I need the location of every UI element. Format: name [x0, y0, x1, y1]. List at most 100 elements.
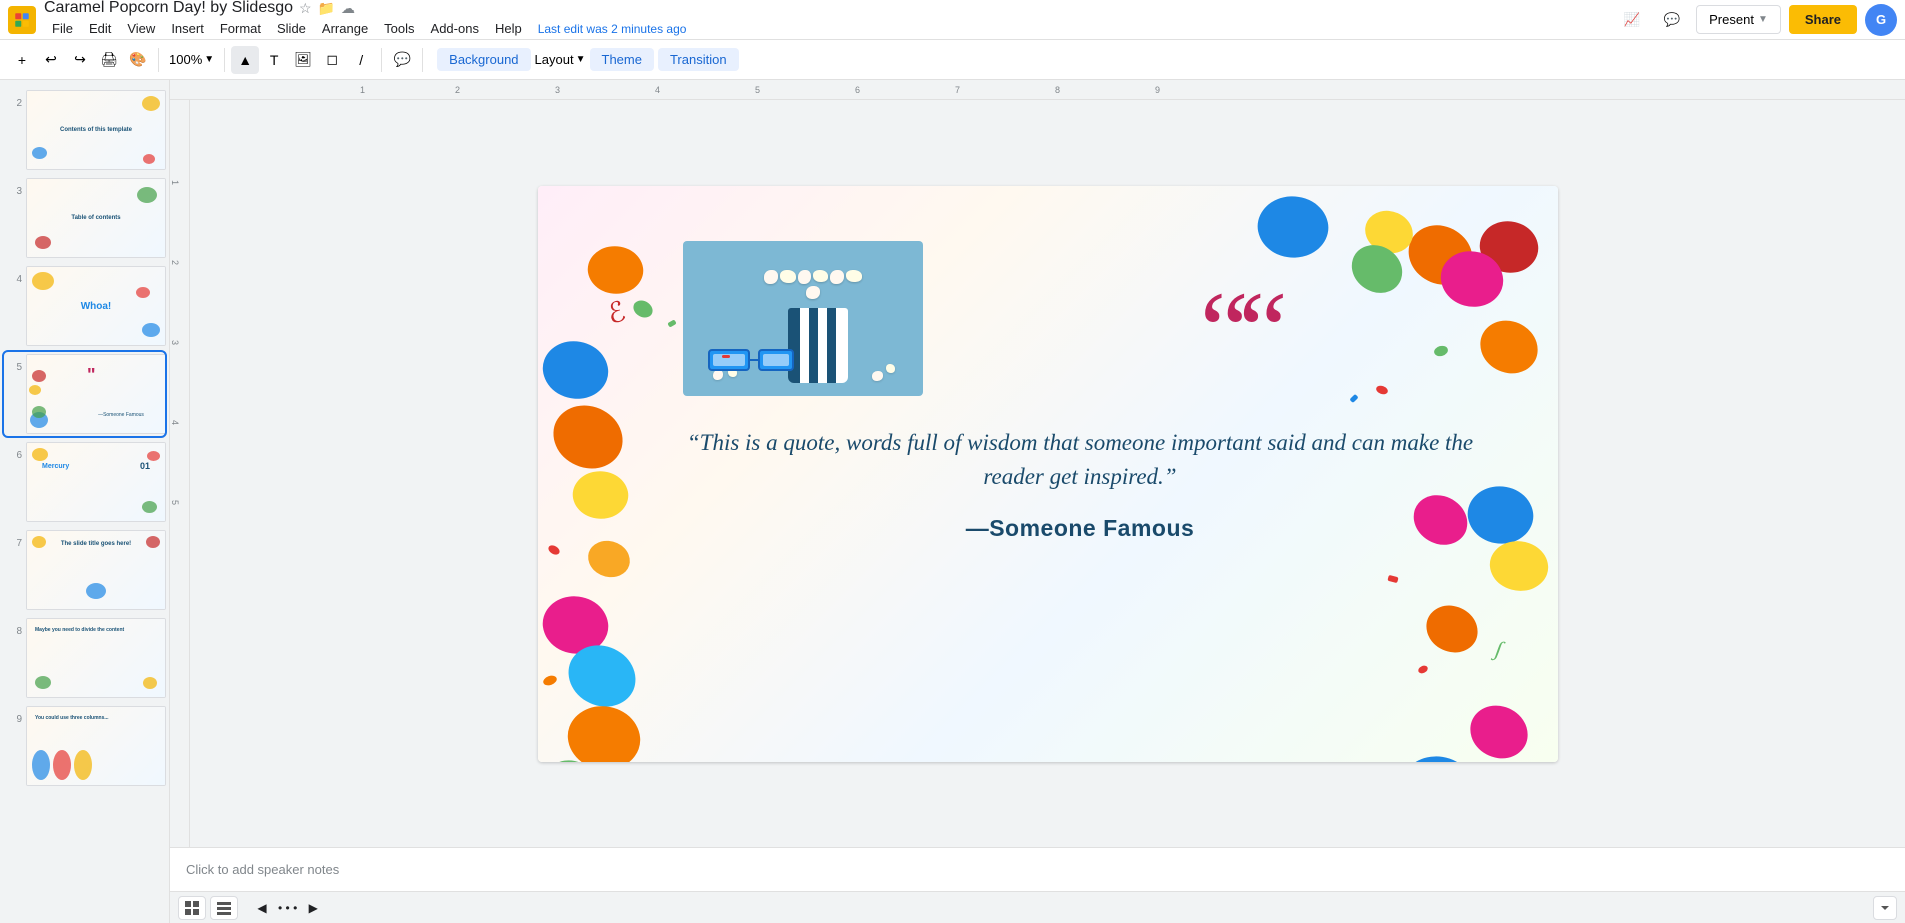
share-button[interactable]: Share: [1789, 5, 1857, 34]
comment-button[interactable]: 💬: [388, 46, 416, 74]
menu-edit[interactable]: Edit: [81, 17, 119, 40]
scroll-down-button[interactable]: [1873, 896, 1897, 920]
zoom-dropdown[interactable]: 100% ▼: [165, 50, 218, 69]
slide-preview-3: Table of contents: [26, 178, 166, 258]
grid-view-button[interactable]: [178, 896, 206, 920]
redo-button[interactable]: ↪: [66, 46, 94, 74]
title-area: Caramel Popcorn Day! by Slidesgo ☆ 📁 ☁ F…: [44, 0, 686, 40]
transition-button[interactable]: Transition: [658, 48, 739, 71]
folder-icon[interactable]: 📁: [318, 0, 335, 17]
bottom-bar: ◀ • • • ▶: [170, 891, 1905, 923]
zoom-value: 100%: [169, 52, 202, 67]
menu-addons[interactable]: Add-ons: [423, 17, 487, 40]
slide-thumb-2[interactable]: 2 Contents of this template: [4, 88, 165, 172]
separator-2: [224, 48, 225, 72]
menu-help[interactable]: Help: [487, 17, 530, 40]
menu-tools[interactable]: Tools: [376, 17, 422, 40]
quote-author-text: —Someone Famous: [673, 515, 1488, 542]
menu-insert[interactable]: Insert: [163, 17, 212, 40]
select-tool-button[interactable]: ▲: [231, 46, 259, 74]
slide-preview-8: Maybe you need to divide the content: [26, 618, 166, 698]
slide-num-3: 3: [6, 178, 22, 197]
content-area: 1 2 3 4 5 6 7 8 9 1 2 3 4 5: [170, 80, 1905, 923]
last-edit-text: Last edit was 2 minutes ago: [538, 22, 687, 36]
menu-view[interactable]: View: [119, 17, 163, 40]
user-avatar[interactable]: G: [1865, 4, 1897, 36]
toolbar-insert-section: 💬: [388, 46, 416, 74]
slide-num-2: 2: [6, 90, 22, 109]
slide-wrapper: ℰ: [190, 100, 1905, 847]
star-icon[interactable]: ☆: [299, 0, 312, 17]
present-label: Present: [1709, 12, 1754, 27]
comments-icon[interactable]: 💬: [1656, 4, 1688, 36]
vertical-ruler: 1 2 3 4 5: [170, 100, 190, 847]
document-title[interactable]: Caramel Popcorn Day! by Slidesgo: [44, 0, 293, 17]
slide-canvas[interactable]: ℰ: [538, 186, 1558, 762]
separator-3: [381, 48, 382, 72]
menu-format[interactable]: Format: [212, 17, 269, 40]
slide-thumb-5[interactable]: 5 " —Someone Famous: [4, 352, 165, 436]
big-quote-marks: ““: [1200, 286, 1278, 374]
layout-arrow: ▼: [576, 54, 586, 65]
layout-dropdown[interactable]: Layout ▼: [535, 52, 586, 67]
toolbar: + ↩ ↪ 🖨 🎨 100% ▼ ▲ T 🖼 ◻ / 💬 Background …: [0, 40, 1905, 80]
prev-slide-button[interactable]: ◀: [250, 896, 274, 920]
toolbar-tools-section: ▲ T 🖼 ◻ /: [231, 46, 375, 74]
image-button[interactable]: 🖼: [289, 46, 317, 74]
slide-num-6: 6: [6, 442, 22, 461]
slide-num-9: 9: [6, 706, 22, 725]
app-icon[interactable]: [8, 6, 36, 34]
present-dropdown-arrow[interactable]: ▼: [1758, 14, 1768, 25]
background-button[interactable]: Background: [437, 48, 530, 71]
text-box-button[interactable]: T: [260, 46, 288, 74]
line-button[interactable]: /: [347, 46, 375, 74]
slide-num-8: 8: [6, 618, 22, 637]
cloud-icon: ☁: [341, 0, 355, 17]
undo-button[interactable]: ↩: [37, 46, 65, 74]
slide-thumb-7[interactable]: 7 The slide title goes here!: [4, 528, 165, 612]
notes-placeholder: Click to add speaker notes: [186, 862, 339, 877]
page-navigation: ◀ • • • ▶: [250, 896, 325, 920]
slide-preview-2: Contents of this template: [26, 90, 166, 170]
slide-num-4: 4: [6, 266, 22, 285]
slide-panel: 2 Contents of this template 3 Table of c…: [0, 80, 170, 923]
separator-4: [422, 48, 423, 72]
slide-indicator: • • •: [278, 901, 297, 915]
slide-thumb-9[interactable]: 9 You could use three columns...: [4, 704, 165, 788]
main-area: 2 Contents of this template 3 Table of c…: [0, 80, 1905, 923]
slide-preview-5: " —Someone Famous: [26, 354, 166, 434]
menu-file[interactable]: File: [44, 17, 81, 40]
analytics-icon[interactable]: 📈: [1616, 4, 1648, 36]
add-slide-button[interactable]: +: [8, 46, 36, 74]
shapes-button[interactable]: ◻: [318, 46, 346, 74]
slide-thumb-8[interactable]: 8 Maybe you need to divide the content: [4, 616, 165, 700]
slide-preview-7: The slide title goes here!: [26, 530, 166, 610]
menu-arrange[interactable]: Arrange: [314, 17, 376, 40]
quote-text-area: “This is a quote, words full of wisdom t…: [673, 426, 1488, 542]
slide-preview-9: You could use three columns...: [26, 706, 166, 786]
slide-preview-4: Whoa!: [26, 266, 166, 346]
menu-slide[interactable]: Slide: [269, 17, 314, 40]
list-view-button[interactable]: [210, 896, 238, 920]
slide-num-5: 5: [6, 354, 22, 373]
slide-controls: Background Layout ▼ Theme Transition: [437, 48, 738, 71]
toolbar-undo-section: + ↩ ↪ 🖨 🎨: [8, 46, 152, 74]
theme-button[interactable]: Theme: [590, 48, 654, 71]
notes-area[interactable]: Click to add speaker notes: [170, 847, 1905, 891]
quote-body-text: “This is a quote, words full of wisdom t…: [673, 426, 1488, 495]
slide-preview-6: Mercury 01: [26, 442, 166, 522]
paint-format-button[interactable]: 🎨: [124, 46, 152, 74]
slide-thumb-6[interactable]: 6 Mercury 01: [4, 440, 165, 524]
slide-thumb-4[interactable]: 4 Whoa!: [4, 264, 165, 348]
menu-bar: File Edit View Insert Format Slide Arran…: [44, 17, 686, 40]
popcorn-image: [683, 241, 923, 396]
next-slide-button[interactable]: ▶: [301, 896, 325, 920]
separator-1: [158, 48, 159, 72]
title-bar: Caramel Popcorn Day! by Slidesgo ☆ 📁 ☁ F…: [0, 0, 1905, 40]
scroll-controls: [1873, 896, 1897, 920]
present-button[interactable]: Present ▼: [1696, 5, 1781, 34]
slide-thumb-3[interactable]: 3 Table of contents: [4, 176, 165, 260]
slide-num-7: 7: [6, 530, 22, 549]
print-button[interactable]: 🖨: [95, 46, 123, 74]
zoom-arrow: ▼: [204, 54, 214, 65]
